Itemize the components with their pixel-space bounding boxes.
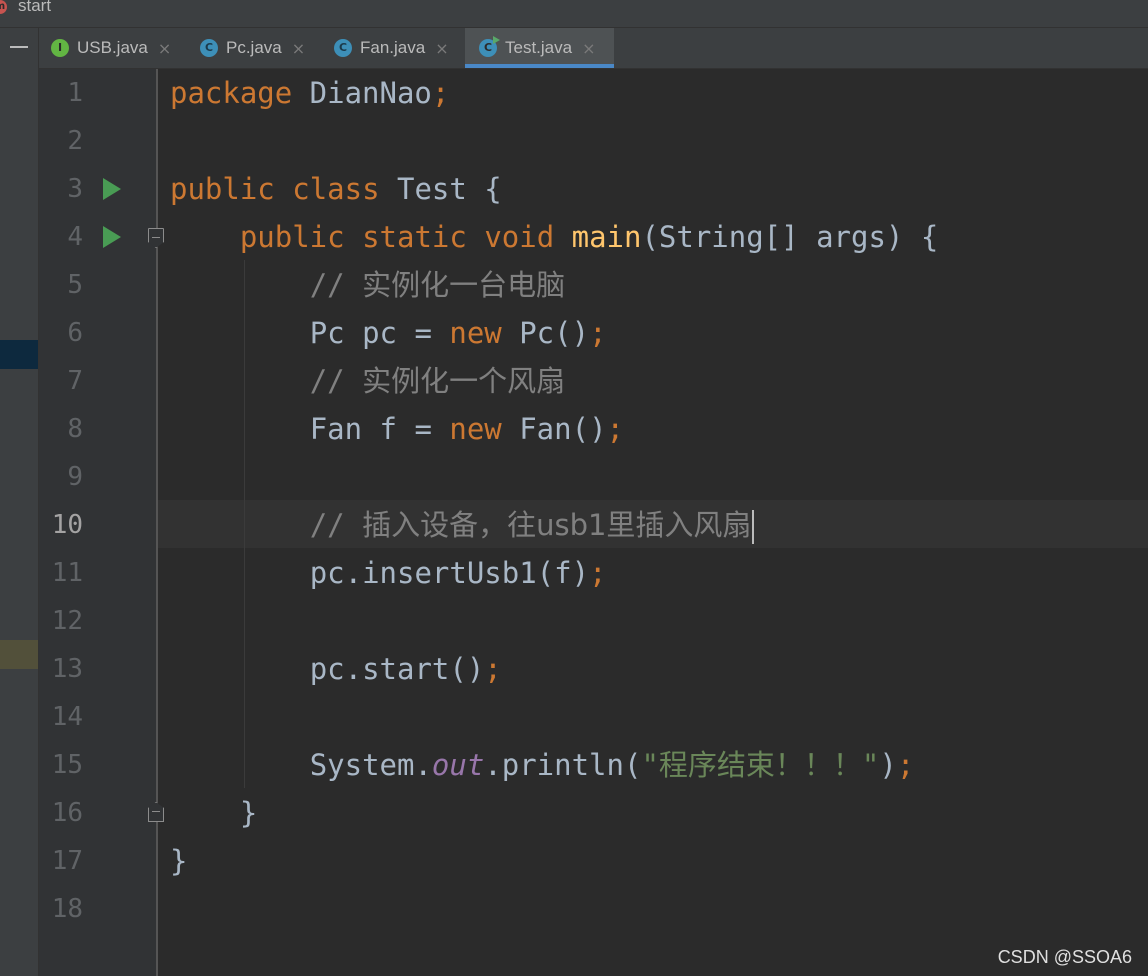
line-number-current[interactable]: 10: [39, 501, 83, 549]
line-number[interactable]: 7: [39, 357, 83, 405]
text-caret: [752, 510, 755, 544]
active-tab-indicator: [465, 64, 614, 68]
line-number[interactable]: 4: [39, 213, 83, 261]
line-number[interactable]: 14: [39, 693, 83, 741]
close-icon[interactable]: ×: [435, 39, 448, 58]
editor-tab-bar: I USB.java × C Pc.java × C Fan.java × C …: [39, 28, 1148, 69]
watermark: CSDN @SSOA6: [997, 947, 1132, 967]
breadcrumb-label[interactable]: start: [18, 0, 51, 16]
close-icon[interactable]: ×: [582, 39, 595, 58]
line-number[interactable]: 17: [39, 837, 83, 885]
left-tool-strip: [0, 28, 39, 976]
tab-fan-java[interactable]: C Fan.java ×: [334, 28, 449, 68]
code-line-1[interactable]: package DianNao;: [170, 69, 449, 117]
code-line-4[interactable]: public static void main(String[] args) {: [170, 213, 938, 261]
run-main-icon[interactable]: [103, 226, 121, 248]
code-line-10[interactable]: // 插入设备，往usb1里插入风扇: [170, 501, 755, 549]
tab-test-java[interactable]: C Test.java ×: [465, 28, 614, 68]
line-number[interactable]: 1: [39, 69, 83, 117]
code-line-11[interactable]: pc.insertUsb1(f);: [170, 549, 607, 597]
line-number[interactable]: 18: [39, 885, 83, 933]
tab-usb-java[interactable]: I USB.java ×: [51, 28, 171, 68]
close-icon[interactable]: ×: [158, 39, 171, 58]
code-line-5[interactable]: // 实例化一台电脑: [170, 261, 565, 309]
line-number[interactable]: 9: [39, 453, 83, 501]
code-line-8[interactable]: Fan f = new Fan();: [170, 405, 624, 453]
close-icon[interactable]: ×: [292, 39, 305, 58]
line-number[interactable]: 5: [39, 261, 83, 309]
interface-icon: I: [51, 39, 69, 57]
line-number[interactable]: 6: [39, 309, 83, 357]
code-line-6[interactable]: Pc pc = new Pc();: [170, 309, 607, 357]
runnable-class-icon: C: [479, 36, 500, 57]
method-icon: m: [0, 0, 7, 14]
code-line-17[interactable]: }: [170, 837, 187, 885]
line-number[interactable]: 13: [39, 645, 83, 693]
line-number[interactable]: 11: [39, 549, 83, 597]
selection-marker: [0, 340, 38, 369]
code-line-3[interactable]: public class Test {: [170, 165, 502, 213]
run-class-icon[interactable]: [103, 178, 121, 200]
code-line-13[interactable]: pc.start();: [170, 645, 502, 693]
tab-label: Test.java: [505, 38, 573, 57]
minimize-icon[interactable]: [10, 46, 28, 48]
class-icon: C: [200, 39, 218, 57]
code-line-15[interactable]: System.out.println("程序结束！！！");: [170, 741, 915, 789]
breadcrumb-bar: m start: [0, 0, 1148, 28]
code-line-16[interactable]: }: [170, 789, 257, 837]
tab-label: USB.java: [77, 38, 148, 57]
line-number[interactable]: 8: [39, 405, 83, 453]
tab-label: Fan.java: [360, 38, 426, 57]
line-number[interactable]: 12: [39, 597, 83, 645]
tab-label: Pc.java: [226, 38, 282, 57]
line-number[interactable]: 2: [39, 117, 83, 165]
highlight-marker: [0, 640, 38, 669]
line-number[interactable]: 3: [39, 165, 83, 213]
code-line-7[interactable]: // 实例化一个风扇: [170, 357, 565, 405]
line-number[interactable]: 16: [39, 789, 83, 837]
line-number[interactable]: 15: [39, 741, 83, 789]
tab-pc-java[interactable]: C Pc.java ×: [200, 28, 305, 68]
class-icon: C: [334, 39, 352, 57]
